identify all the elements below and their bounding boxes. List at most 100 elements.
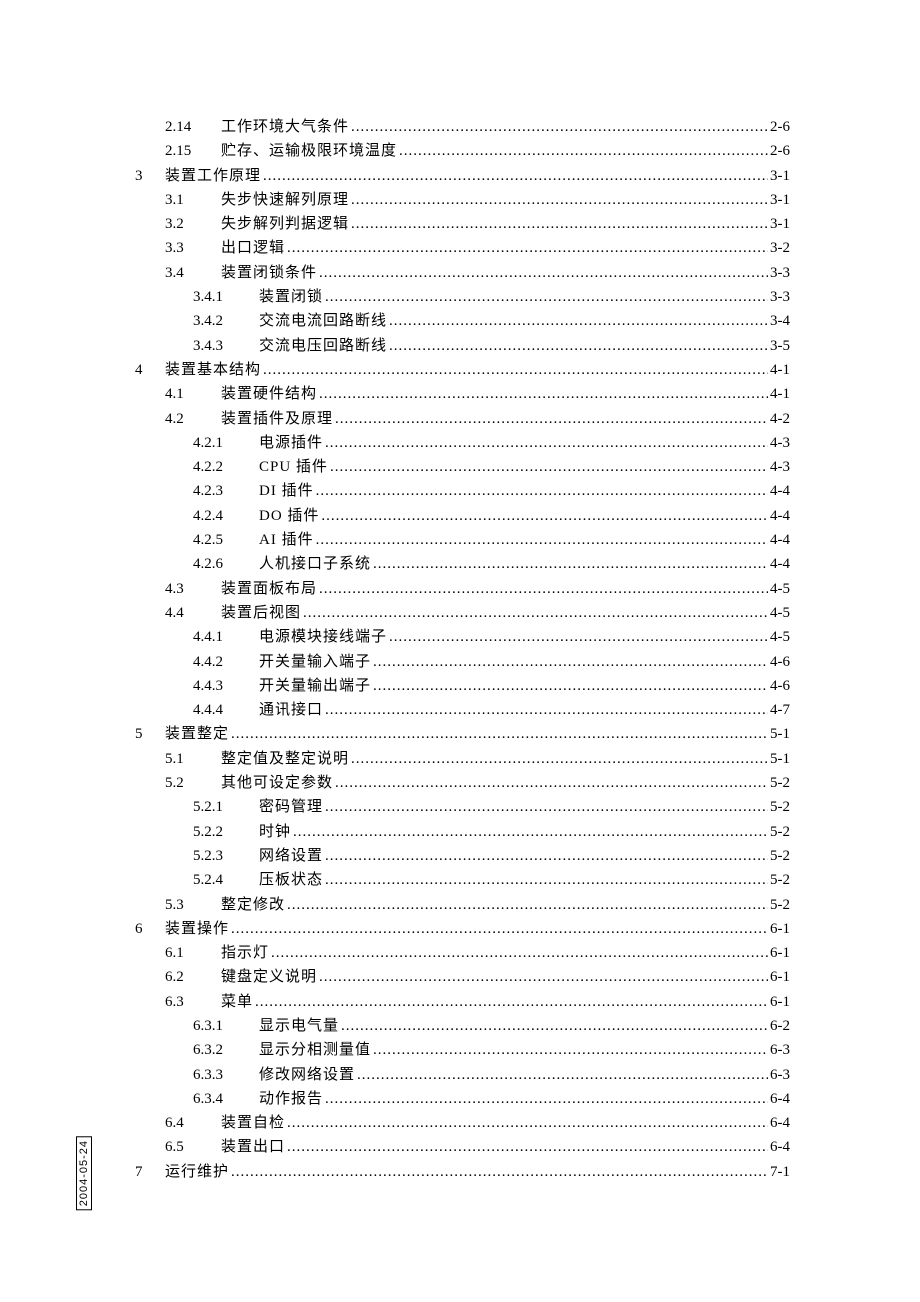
toc-leader-dots <box>341 1014 768 1038</box>
toc-entry-title: 装置操作 <box>165 917 229 941</box>
toc-leader-dots <box>293 820 768 844</box>
toc-entry-page: 4-1 <box>770 382 790 406</box>
toc-entry-page: 4-4 <box>770 528 790 552</box>
toc-entry-title: 整定值及整定说明 <box>221 747 349 771</box>
toc-entry-page: 5-1 <box>770 747 790 771</box>
toc-leader-dots <box>373 674 768 698</box>
toc-entry-title: 其他可设定参数 <box>221 771 333 795</box>
toc-entry-title: 整定修改 <box>221 893 285 917</box>
toc-entry-number: 6.2 <box>165 965 221 989</box>
toc-entry-title: 交流电流回路断线 <box>259 309 387 333</box>
toc-leader-dots <box>351 747 768 771</box>
toc-entry: 4.2.6人机接口子系统4-4 <box>135 552 790 576</box>
toc-leader-dots <box>231 917 768 941</box>
toc-leader-dots <box>399 139 768 163</box>
toc-entry-number: 4.4 <box>165 601 221 625</box>
toc-entry-page: 6-4 <box>770 1135 790 1159</box>
toc-entry-title: 显示电气量 <box>259 1014 339 1038</box>
toc-leader-dots <box>316 479 768 503</box>
toc-entry-number: 4.2.1 <box>193 431 259 455</box>
toc-entry-title: 装置基本结构 <box>165 358 261 382</box>
toc-leader-dots <box>351 212 768 236</box>
toc-entry-number: 3.4.2 <box>193 309 259 333</box>
toc-entry-number: 5.1 <box>165 747 221 771</box>
toc-entry-title: AI 插件 <box>259 528 314 552</box>
toc-entry-page: 3-2 <box>770 236 790 260</box>
toc-entry: 6.2键盘定义说明6-1 <box>135 965 790 989</box>
toc-leader-dots <box>325 868 768 892</box>
toc-entry-number: 4.2.6 <box>193 552 259 576</box>
toc-entry: 3.1失步快速解列原理3-1 <box>135 188 790 212</box>
toc-leader-dots <box>325 1087 768 1111</box>
toc-entry: 6.1指示灯6-1 <box>135 941 790 965</box>
toc-entry-number: 3.3 <box>165 236 221 260</box>
toc-entry: 6.4装置自检6-4 <box>135 1111 790 1135</box>
toc-entry-number: 6.3 <box>165 990 221 1014</box>
toc-leader-dots <box>351 188 768 212</box>
toc-entry-page: 5-2 <box>770 771 790 795</box>
toc-entry-number: 6.3.3 <box>193 1063 259 1087</box>
toc-entry: 4.1装置硬件结构4-1 <box>135 382 790 406</box>
toc-entry-title: 失步快速解列原理 <box>221 188 349 212</box>
toc-entry-title: 动作报告 <box>259 1087 323 1111</box>
toc-leader-dots <box>271 941 768 965</box>
toc-entry-page: 3-1 <box>770 188 790 212</box>
toc-entry-title: 装置闭锁 <box>259 285 323 309</box>
toc-entry-page: 4-6 <box>770 674 790 698</box>
toc-entry-number: 7 <box>135 1160 165 1184</box>
toc-entry: 2.14工作环境大气条件2-6 <box>135 115 790 139</box>
toc-entry-title: 时钟 <box>259 820 291 844</box>
toc-entry-number: 4.4.3 <box>193 674 259 698</box>
toc-entry: 4.2.5AI 插件 4-4 <box>135 528 790 552</box>
toc-entry-number: 5.2.4 <box>193 868 259 892</box>
toc-leader-dots <box>319 261 768 285</box>
toc-entry: 4.3装置面板布局4-5 <box>135 577 790 601</box>
toc-leader-dots <box>357 1063 768 1087</box>
toc-entry: 5.2.2时钟5-2 <box>135 820 790 844</box>
toc-entry-page: 3-5 <box>770 334 790 358</box>
toc-entry-page: 4-6 <box>770 650 790 674</box>
toc-entry: 4.2.4DO 插件4-4 <box>135 504 790 528</box>
toc-entry-title: 失步解列判据逻辑 <box>221 212 349 236</box>
toc-entry: 3.4装置闭锁条件3-3 <box>135 261 790 285</box>
toc-entry-number: 4.2.5 <box>193 528 259 552</box>
toc-entry-number: 4.2 <box>165 407 221 431</box>
toc-entry: 3.4.3交流电压回路断线3-5 <box>135 334 790 358</box>
toc-entry: 4装置基本结构4-1 <box>135 358 790 382</box>
toc-leader-dots <box>287 1111 768 1135</box>
toc-entry-title: 电源模块接线端子 <box>259 625 387 649</box>
toc-entry-title: 运行维护 <box>165 1160 229 1184</box>
toc-entry: 5.2.1密码管理5-2 <box>135 795 790 819</box>
toc-entry-number: 6.3.1 <box>193 1014 259 1038</box>
toc-leader-dots <box>319 577 768 601</box>
toc-entry: 2.15贮存、运输极限环境温度2-6 <box>135 139 790 163</box>
toc-leader-dots <box>325 431 768 455</box>
toc-entry-number: 5.2 <box>165 771 221 795</box>
toc-entry: 3装置工作原理3-1 <box>135 164 790 188</box>
toc-entry-number: 4.2.3 <box>193 479 259 503</box>
table-of-contents: 2.14工作环境大气条件2-62.15贮存、运输极限环境温度2-63装置工作原理… <box>135 115 790 1184</box>
toc-entry: 5.3整定修改5-2 <box>135 893 790 917</box>
toc-leader-dots <box>373 650 768 674</box>
toc-entry-number: 5 <box>135 722 165 746</box>
toc-leader-dots <box>330 455 768 479</box>
toc-entry-number: 4.4.4 <box>193 698 259 722</box>
toc-entry-title: 菜单 <box>221 990 253 1014</box>
toc-entry-number: 4.2.4 <box>193 504 259 528</box>
toc-entry-page: 3-3 <box>770 285 790 309</box>
toc-entry-number: 6.1 <box>165 941 221 965</box>
toc-entry-page: 6-4 <box>770 1087 790 1111</box>
toc-entry-page: 4-4 <box>770 504 790 528</box>
toc-entry-number: 3.2 <box>165 212 221 236</box>
toc-entry: 4.4.4通讯接口4-7 <box>135 698 790 722</box>
toc-entry-page: 3-1 <box>770 164 790 188</box>
toc-entry-page: 4-1 <box>770 358 790 382</box>
toc-entry: 3.2失步解列判据逻辑3-1 <box>135 212 790 236</box>
toc-leader-dots <box>325 285 768 309</box>
toc-entry: 3.4.1装置闭锁3-3 <box>135 285 790 309</box>
toc-entry-number: 6.3.4 <box>193 1087 259 1111</box>
toc-entry-title: 工作环境大气条件 <box>221 115 349 139</box>
toc-leader-dots <box>319 965 768 989</box>
toc-entry: 3.4.2交流电流回路断线3-4 <box>135 309 790 333</box>
toc-entry-number: 3 <box>135 164 165 188</box>
